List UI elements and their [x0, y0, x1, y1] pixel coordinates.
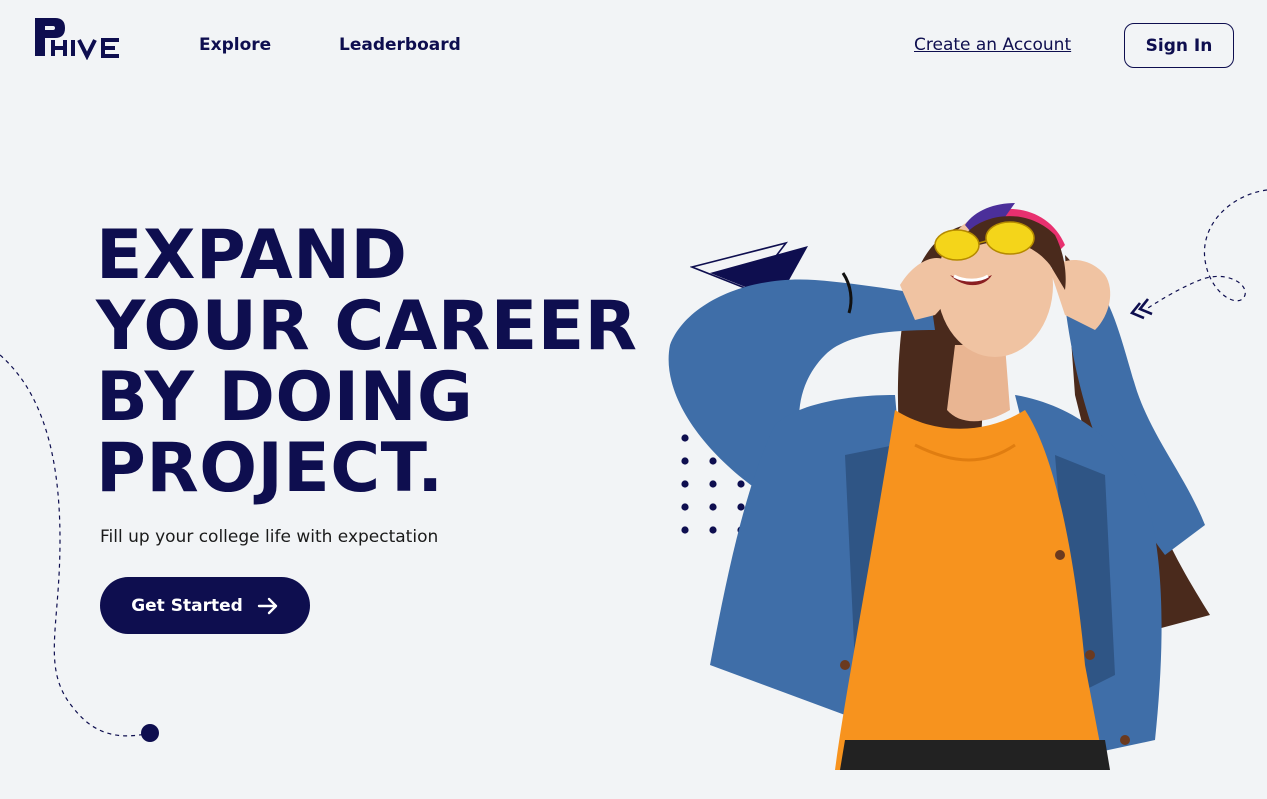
double-chevron-icon [1129, 298, 1153, 320]
get-started-button[interactable]: Get Started [100, 577, 310, 634]
hero-headline: EXPAND YOUR CAREER BY DOING PROJECT. [96, 220, 638, 504]
nav-explore-link[interactable]: Explore [199, 35, 271, 55]
hero-subtitle: Fill up your college life with expectati… [100, 527, 439, 547]
create-account-link[interactable]: Create an Account [914, 35, 1071, 55]
sign-in-button[interactable]: Sign In [1124, 23, 1234, 68]
nav-leaderboard-link[interactable]: Leaderboard [339, 35, 461, 55]
headline-line: EXPAND [96, 216, 408, 295]
headline-line: PROJECT. [96, 429, 444, 508]
phive-logo[interactable] [33, 16, 123, 60]
triangle-decoration [690, 241, 808, 300]
headline-line: BY DOING [96, 358, 474, 437]
headline-line: YOUR CAREER [96, 287, 638, 366]
sunglasses [934, 221, 1035, 261]
dot-grid-decoration [681, 434, 796, 534]
landing-page: Explore Leaderboard Create an Account Si… [0, 0, 1267, 799]
get-started-label: Get Started [131, 595, 243, 616]
arrow-right-icon [257, 597, 277, 614]
dashed-curve-decoration-right [1129, 189, 1267, 320]
hero-person-image [668, 203, 1210, 770]
